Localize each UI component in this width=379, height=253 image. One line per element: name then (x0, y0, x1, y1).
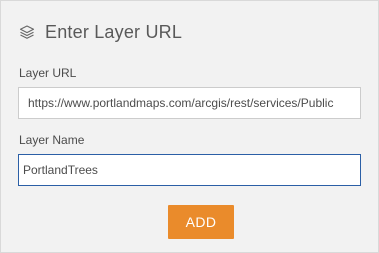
panel-title: Enter Layer URL (45, 21, 183, 42)
layer-name-input[interactable] (18, 154, 361, 186)
enter-layer-url-panel: Enter Layer URL Layer URL Layer Name ADD (0, 0, 379, 253)
add-button[interactable]: ADD (168, 205, 234, 239)
layer-url-input[interactable] (18, 87, 361, 119)
layers-icon (18, 23, 36, 41)
layer-name-label: Layer Name (19, 133, 85, 147)
panel-header: Enter Layer URL (18, 19, 182, 45)
layer-url-label: Layer URL (19, 66, 77, 80)
